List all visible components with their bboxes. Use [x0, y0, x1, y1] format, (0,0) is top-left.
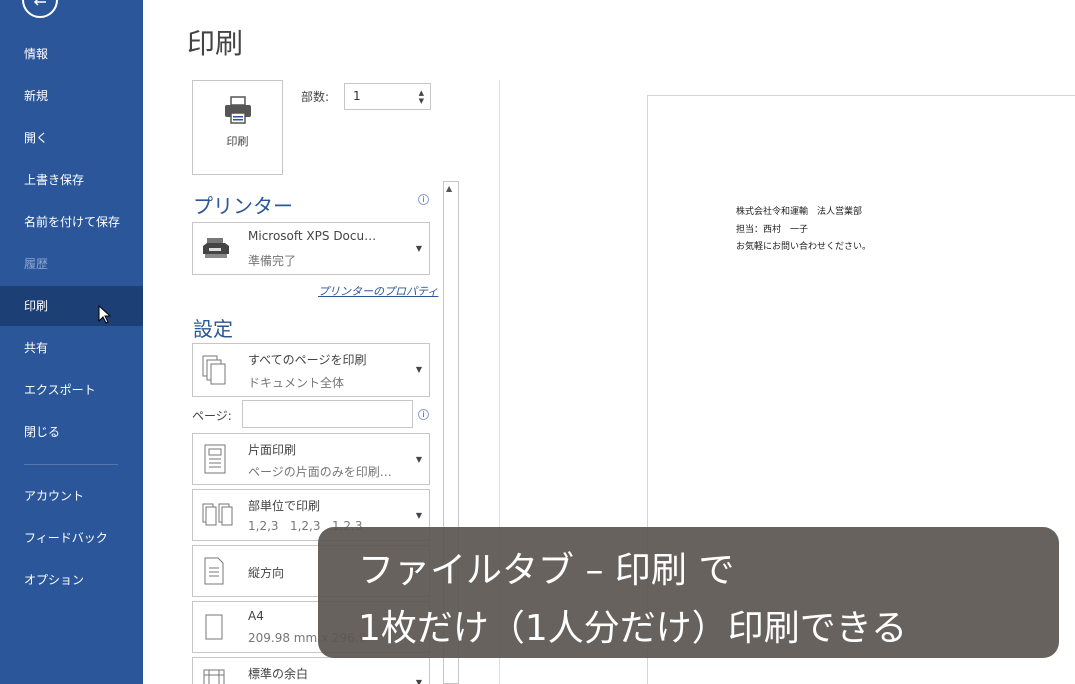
preview-line: 株式会社令和運輸 法人営業部 — [736, 207, 863, 217]
sides-desc: ページの片面のみを印刷… — [248, 465, 392, 479]
printer-dropdown[interactable]: Microsoft XPS Docu… 準備完了 ▼ — [192, 222, 430, 275]
nav-open[interactable]: 開く — [0, 118, 143, 158]
printer-device-icon — [203, 238, 229, 258]
chevron-down-icon: ▼ — [415, 244, 422, 253]
info-icon[interactable]: i — [418, 409, 429, 420]
print-button-label: 印刷 — [226, 135, 249, 148]
nav-history: 履歴 — [24, 257, 49, 271]
preview-line: 担当：西村 一子 — [736, 225, 809, 235]
margins-icon — [203, 669, 225, 684]
backstage-sidebar: 情報 新規 開く 上書き保存 名前を付けて保存 履歴 印刷 共有 エクスポート … — [0, 0, 143, 684]
nav-export[interactable]: エクスポート — [0, 370, 143, 410]
nav-options[interactable]: オプション — [0, 560, 143, 600]
margins-title: 標準の余白 — [248, 667, 309, 681]
nav-print[interactable]: 印刷 — [0, 286, 143, 326]
printer-properties-link[interactable]: プリンターのプロパティ — [318, 283, 438, 299]
nav-new[interactable]: 新規 — [0, 76, 143, 116]
caption-line-2: 1枚だけ（1人分だけ）印刷できる — [358, 608, 908, 649]
paper-size-title: A4 — [248, 609, 264, 623]
spinner-arrows-icon[interactable]: ▲ ▼ — [419, 89, 424, 105]
orientation-title: 縦方向 — [248, 566, 285, 580]
printer-status: 準備完了 — [248, 254, 297, 268]
collated-pages-icon — [202, 503, 233, 526]
nav-save[interactable]: 上書き保存 — [0, 160, 143, 200]
nav-info[interactable]: 情報 — [0, 34, 143, 74]
margins-dropdown[interactable]: 標準の余白 ▼ — [192, 657, 430, 684]
page-title: 印刷 — [187, 27, 244, 60]
portrait-page-icon — [204, 557, 224, 585]
printer-icon — [225, 96, 251, 124]
back-button[interactable] — [22, 0, 58, 18]
print-button[interactable]: 印刷 — [192, 80, 283, 175]
sides-dropdown[interactable]: 片面印刷 ページの片面のみを印刷… ▼ — [192, 433, 430, 485]
chevron-down-icon: ▼ — [415, 455, 422, 464]
collate-title: 部単位で印刷 — [248, 499, 321, 513]
nav-share[interactable]: 共有 — [0, 328, 143, 368]
one-sided-page-icon — [204, 444, 226, 474]
sidebar-divider — [24, 464, 118, 465]
copies-spinner[interactable]: 1 ▲ ▼ — [344, 83, 431, 110]
chevron-down-icon: ▼ — [415, 365, 422, 374]
chevron-down-icon: ▼ — [415, 678, 422, 684]
pages-label: ページ: — [192, 409, 232, 423]
printer-name: Microsoft XPS Docu… — [248, 229, 377, 243]
chevron-down-icon: ▼ — [415, 511, 422, 520]
mouse-cursor-icon — [98, 305, 112, 324]
caption-line-1: ファイルタブ – 印刷 で — [358, 550, 735, 591]
print-scope-title: すべてのページを印刷 — [248, 353, 367, 367]
print-scope-dropdown[interactable]: すべてのページを印刷 ドキュメント全体 ▼ — [192, 343, 430, 397]
print-scope-desc: ドキュメント全体 — [248, 376, 345, 390]
info-icon[interactable]: i — [418, 194, 429, 205]
pages-input[interactable] — [242, 400, 413, 428]
copies-value: 1 — [353, 89, 361, 103]
paper-size-icon — [205, 614, 223, 640]
pages-stack-icon — [202, 355, 226, 385]
nav-save-as[interactable]: 名前を付けて保存 — [0, 202, 143, 242]
copies-label: 部数: — [301, 90, 330, 104]
nav-close[interactable]: 閉じる — [0, 412, 143, 452]
nav-feedback[interactable]: フィードバック — [0, 518, 143, 558]
back-arrow-icon — [33, 0, 46, 6]
scroll-up-icon[interactable]: ▲ — [446, 184, 452, 193]
nav-account[interactable]: アカウント — [0, 476, 143, 516]
printer-heading: プリンター — [193, 194, 293, 218]
preview-line: お気軽にお問い合わせください。 — [736, 242, 872, 252]
caption-overlay: ファイルタブ – 印刷 で 1枚だけ（1人分だけ）印刷できる — [318, 527, 1059, 658]
settings-heading: 設定 — [193, 317, 233, 341]
sides-title: 片面印刷 — [248, 443, 297, 457]
